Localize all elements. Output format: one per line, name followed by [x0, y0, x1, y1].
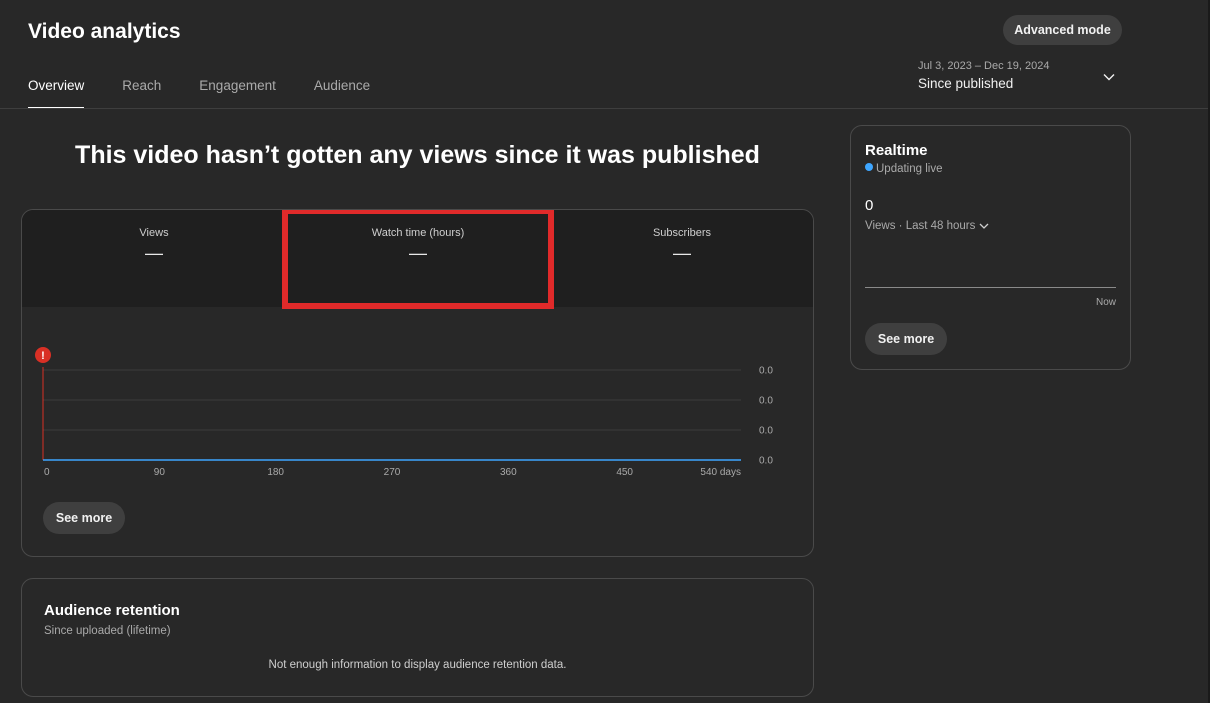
x-tick-label: 540 days: [700, 467, 741, 478]
highlight-box: [282, 210, 554, 309]
realtime-see-more-button[interactable]: See more: [865, 323, 947, 355]
realtime-chart-baseline: [865, 287, 1116, 288]
tab-engagement[interactable]: Engagement: [199, 78, 276, 109]
tab-audience[interactable]: Audience: [314, 78, 370, 109]
x-tick-label: 450: [616, 467, 633, 478]
y-tick-label: 0.0: [759, 366, 773, 377]
no-views-headline: This video hasn’t gotten any views since…: [75, 141, 760, 169]
metric-label: Subscribers: [652, 227, 712, 239]
retention-empty-message: Not enough information to display audien…: [268, 659, 567, 671]
retention-subtitle: Since uploaded (lifetime): [44, 625, 171, 637]
x-tick-label: 180: [267, 467, 284, 478]
tab-overview[interactable]: Overview: [28, 78, 85, 109]
x-tick-label: 0: [44, 467, 50, 478]
retention-title: Audience retention: [44, 602, 180, 619]
header-divider: [0, 108, 1208, 109]
metric-value: —: [145, 243, 163, 263]
page-title: Video analytics: [28, 20, 181, 43]
y-tick-label: 0.0: [759, 456, 773, 467]
tab-bar: Overview Reach Engagement Audience: [28, 78, 408, 109]
chevron-down-icon: [979, 223, 989, 229]
tab-reach[interactable]: Reach: [122, 78, 161, 109]
analytics-page: Video analytics Advanced mode Overview R…: [0, 0, 1210, 703]
date-range-text: Jul 3, 2023 – Dec 19, 2024: [918, 60, 1050, 72]
live-dot-icon: [865, 163, 873, 171]
alert-icon-glyph: !: [41, 350, 45, 362]
metric-subscribers[interactable]: Subscribers —: [550, 210, 813, 307]
metric-value: —: [673, 243, 691, 263]
advanced-mode-button[interactable]: Advanced mode: [1003, 15, 1122, 45]
realtime-metric-label: Views · Last 48 hours: [865, 220, 976, 232]
x-tick-label: 360: [500, 467, 517, 478]
y-tick-label: 0.0: [759, 396, 773, 407]
views-line-chart: 0.0 0.0 0.0 0.0 0 90 180 270 360 450 540 days!: [35, 347, 773, 478]
y-tick-label: 0.0: [759, 426, 773, 437]
metric-views[interactable]: Views —: [22, 210, 286, 307]
see-more-button[interactable]: See more: [43, 502, 125, 534]
x-tick-label: 270: [384, 467, 401, 478]
date-preset-label: Since published: [918, 76, 1014, 91]
realtime-card: Realtime Updating live 0 Views · Last 48…: [850, 125, 1131, 370]
realtime-status: Updating live: [865, 163, 942, 175]
realtime-count: 0: [865, 197, 874, 214]
realtime-status-text: Updating live: [876, 163, 943, 175]
overview-card: Views — Watch time (hours) — Subscribers…: [21, 209, 814, 557]
chevron-down-icon: [1103, 74, 1115, 81]
date-range-picker[interactable]: Jul 3, 2023 – Dec 19, 2024 Since publish…: [918, 60, 1123, 98]
realtime-title: Realtime: [865, 142, 928, 159]
metric-label: Views: [139, 227, 169, 239]
realtime-now-label: Now: [1095, 297, 1116, 308]
audience-retention-card: Audience retention Since uploaded (lifet…: [21, 578, 814, 697]
x-tick-label: 90: [154, 467, 166, 478]
realtime-metric-dropdown[interactable]: Views · Last 48 hours: [865, 220, 990, 232]
